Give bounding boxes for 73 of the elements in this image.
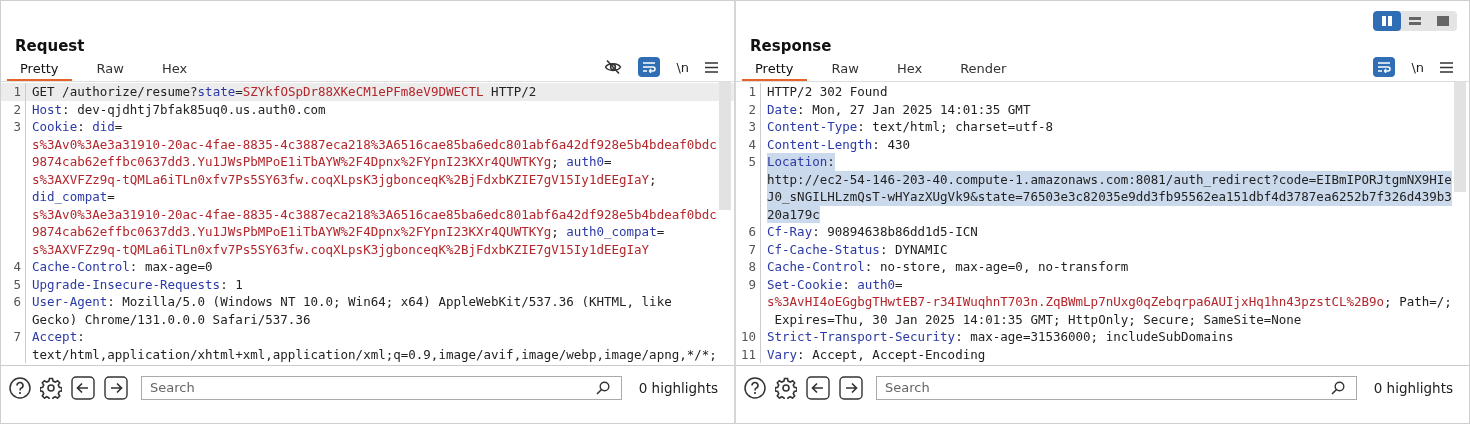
view-tab[interactable]: Raw — [83, 58, 137, 81]
code-line: s%3AXVFZz9q-tQMLa6iTLn0xfv7Ps5SY63fw.coqXLpsK3jgbonceqK%2BjFdxbKZIE7gV15Iy1dEEgIaY; — [32, 170, 657, 188]
settings-icon[interactable] — [775, 376, 797, 399]
code-line: HTTP/2 302 Found — [767, 83, 888, 101]
code-line: Content-Length: 430 — [767, 135, 910, 153]
line-number: 7 — [736, 240, 761, 258]
search-icon — [595, 380, 610, 395]
code-line: Accept: — [32, 328, 85, 346]
line-number: 5 — [736, 153, 761, 223]
menu-icon[interactable] — [1440, 61, 1453, 73]
view-tab[interactable]: Render — [947, 58, 1020, 81]
code-line: User-Agent: Mozilla/5.0 (Windows NT 10.0; Win64; x64) AppleWebKit/537.36 (KHTML, like — [32, 293, 672, 311]
panel-title: Request — [15, 36, 86, 57]
code-line: Host: dev-qjdhtj7bfak85uq0.us.auth0.com — [32, 100, 326, 118]
line-number: 8 — [736, 258, 761, 276]
code-line: Strict-Transport-Security: max-age=31536000; includeSubDomains — [767, 328, 1234, 346]
line-number: 7 — [1, 328, 26, 363]
code-line: Cf-Cache-Status: DYNAMIC — [767, 240, 948, 258]
line-number: 4 — [736, 135, 761, 153]
newline-toggle[interactable]: \n — [1411, 59, 1424, 75]
help-icon[interactable] — [9, 376, 31, 399]
code-line: 9874cab62effbc0637dd3.Yu1JWsPbMPoE1iTbAYW%2F4Dpnx%2FYpnI23KXr4QUWTKYg; auth0_compat= — [32, 223, 665, 241]
text-wrap-icon[interactable] — [1373, 57, 1396, 77]
code-line: did_compat= — [32, 188, 115, 206]
line-number: 1 — [736, 83, 761, 101]
search-field[interactable]: Search — [876, 375, 1357, 400]
code-line: s%3AXVFZz9q-tQMLa6iTLn0xfv7Ps5SY63fw.coqXLpsK3jgbonceqK%2BjFdxbKZIE7gV15Iy1dEEgIaY — [32, 240, 650, 258]
view-tab[interactable]: Raw — [818, 58, 872, 81]
menu-icon[interactable] — [705, 61, 718, 73]
view-tab[interactable]: Hex — [883, 58, 936, 81]
help-icon[interactable] — [744, 376, 766, 399]
eye-slash-icon[interactable] — [604, 59, 623, 75]
code-line: s%3AvHI4oEGgbgTHwtEB7-r34IWuqhnT703n.ZqBWmLp7nUxg0qZebqrpa6AUIjxHq1hn43pzstCL%2B9o; Path=/; — [767, 293, 1452, 311]
line-number: 5 — [1, 275, 26, 293]
columns-icon[interactable] — [1373, 11, 1401, 31]
line-number: 3 — [736, 118, 761, 136]
code-line: Upgrade-Insecure-Requests: 1 — [32, 275, 243, 293]
line-number: 4 — [1, 258, 26, 276]
code-line: Expires=Thu, 30 Jan 2025 14:01:35 GMT; HttpOnly; Secure; SameSite=None — [773, 310, 1302, 328]
code-line: s%3Av0%3Ae3a31910-20ac-4fae-8835-4c3887eca218%3A6516cae85ba6edc801abf6a42df928e5b4bdeaf0bdc — [32, 205, 717, 223]
line-number: 2 — [1, 100, 26, 118]
code-line: GET /authorize/resume?state=SZYkfOSpDr88XKeCM1ePFm8eV9DWECTL HTTP/2 — [32, 83, 537, 101]
line-number: 11 — [736, 345, 761, 363]
code-line: Vary: Accept, Accept-Encoding — [767, 345, 986, 363]
line-number: 9 — [736, 275, 761, 328]
line-number: 2 — [736, 100, 761, 118]
code-line: Cookie: did= — [32, 118, 123, 136]
code-line: text/html,application/xhtml+xml,application/xml;q=0.9,image/avif,image/webp,image/apng,*/*; — [32, 345, 717, 363]
view-tab[interactable]: Pretty — [7, 58, 72, 81]
view-tab[interactable]: Hex — [148, 58, 201, 81]
code-line: 9874cab62effbc0637dd3.Yu1JWsPbMPoE1iTbAYW%2F4Dpnx%2FYpnI23KXr4QUWTKYg; auth0= — [32, 153, 612, 171]
line-number: 10 — [736, 328, 761, 346]
code-line: Cache-Control: no-store, max-age=0, no-transform — [767, 258, 1129, 276]
code-line: Cf-Ray: 90894638b86dd1d5-ICN — [767, 223, 978, 241]
search-icon — [1330, 380, 1345, 395]
line-number: 1 — [1, 83, 26, 101]
highlight-count: 0 highlights — [1373, 379, 1454, 396]
line-number: 6 — [1, 293, 26, 328]
search-field[interactable]: Search — [141, 375, 622, 400]
settings-icon[interactable] — [40, 376, 62, 399]
code-line: Gecko) Chrome/131.0.0.0 Safari/537.36 — [32, 310, 311, 328]
newline-toggle[interactable]: \n — [676, 59, 689, 75]
highlight-count: 0 highlights — [638, 379, 719, 396]
code-line: s%3Av0%3Ae3a31910-20ac-4fae-8835-4c3887eca218%3A6516cae85ba6edc801abf6a42df928e5b4bdeaf0bdc — [32, 135, 717, 153]
text-wrap-icon[interactable] — [638, 57, 661, 77]
view-tab[interactable]: Pretty — [742, 58, 807, 81]
code-line: Set-Cookie: auth0= — [767, 275, 903, 293]
code-line: Cache-Control: max-age=0 — [32, 258, 213, 276]
line-number: 6 — [736, 223, 761, 241]
line-number: 3 — [1, 118, 26, 258]
code-line: Date: Mon, 27 Jan 2025 14:01:35 GMT — [767, 100, 1031, 118]
code-line: Content-Type: text/html; charset=utf-8 — [767, 118, 1053, 136]
panel-title: Response — [750, 36, 833, 57]
